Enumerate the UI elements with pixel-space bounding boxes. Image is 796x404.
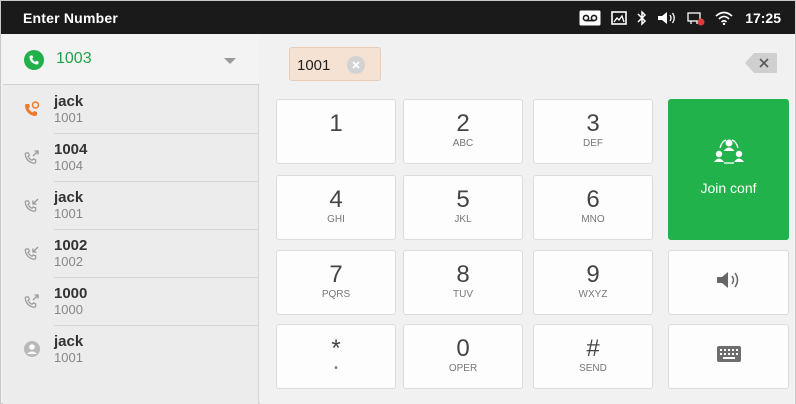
account-label: 1003 <box>56 50 92 67</box>
outgoing-call-icon <box>23 292 41 310</box>
keyboard-icon <box>716 345 742 368</box>
screenshot-icon <box>611 6 627 30</box>
key-6[interactable]: 6 MNO <box>533 175 653 240</box>
status-bar: Enter Number 17:25 <box>1 1 795 34</box>
key-9[interactable]: 9 WXYZ <box>533 250 653 315</box>
dialer-window: Enter Number 17:25 1003 jack 1001 1004 1… <box>0 0 796 404</box>
key-letters: DEF <box>583 138 603 149</box>
contact-number: 1004 <box>54 158 83 173</box>
key-0[interactable]: 0 OPER <box>403 324 523 389</box>
remove-chip-icon[interactable] <box>347 56 365 74</box>
volume-icon <box>657 6 677 30</box>
join-conf-label: Join conf <box>700 180 757 196</box>
key-letters: • <box>334 363 338 374</box>
key-digit: 0 <box>456 335 470 362</box>
key-digit: 6 <box>586 186 600 213</box>
key-digit: 9 <box>586 261 600 288</box>
key-3[interactable]: 3 DEF <box>533 99 653 164</box>
network-icon <box>687 6 705 30</box>
incoming-call-icon <box>23 196 41 214</box>
contact-number: 1001 <box>54 206 83 221</box>
phone-icon <box>24 50 44 70</box>
dialed-number-chip[interactable]: 1001 <box>289 47 381 81</box>
key-letters: OPER <box>448 363 478 374</box>
bluetooth-icon <box>637 6 647 30</box>
contact-name: jack <box>54 189 84 206</box>
contact-icon <box>23 340 41 358</box>
dialpad-panel: 1001 1 2 ABC 3 DEF 4 GHI 5 JKL 6 MNO 7 P… <box>260 34 795 404</box>
incoming-call-icon <box>23 244 41 262</box>
conference-icon <box>712 137 746 170</box>
contact-number: 1002 <box>54 254 83 269</box>
call-history-list: jack 1001 1004 1004 jack 1001 1002 1002 … <box>3 86 259 374</box>
contact-number: 1001 <box>54 110 83 125</box>
join-conf-button[interactable]: Join conf <box>668 99 789 240</box>
key-letters: GHI <box>327 214 345 225</box>
key-digit: 8 <box>456 261 470 288</box>
key-digit: * <box>331 335 341 362</box>
key-pound[interactable]: # SEND <box>533 324 653 389</box>
call-history-item[interactable]: jack 1001 <box>3 182 259 230</box>
call-history-item[interactable]: jack 1001 <box>3 86 259 134</box>
contact-name: 1004 <box>54 141 88 158</box>
key-digit: 4 <box>329 186 343 213</box>
key-letters: PQRS <box>321 289 351 300</box>
key-8[interactable]: 8 TUV <box>403 250 523 315</box>
key-digit: # <box>586 335 600 362</box>
key-letters: JKL <box>454 214 472 225</box>
voicemail-icon <box>579 6 601 30</box>
contact-number: 1000 <box>54 302 83 317</box>
key-digit: 3 <box>586 110 600 137</box>
key-letters: WXYZ <box>578 289 608 300</box>
call-history-item[interactable]: jack 1001 <box>3 326 259 374</box>
key-1[interactable]: 1 <box>276 99 396 164</box>
key-letters: ABC <box>452 138 474 149</box>
contact-name: jack <box>54 333 84 350</box>
call-history-item[interactable]: 1000 1000 <box>3 278 259 326</box>
clock: 17:25 <box>745 10 781 26</box>
key-2[interactable]: 2 ABC <box>403 99 523 164</box>
key-4[interactable]: 4 GHI <box>276 175 396 240</box>
status-icons: 17:25 <box>579 6 781 30</box>
key-letters: TUV <box>453 289 473 300</box>
account-selector[interactable]: 1003 <box>3 34 259 85</box>
contact-number: 1001 <box>54 350 83 365</box>
contact-name: 1002 <box>54 237 88 254</box>
wifi-icon <box>715 6 733 30</box>
missed-call-icon <box>23 100 41 118</box>
key-digit: 7 <box>329 261 343 288</box>
contact-name: 1000 <box>54 285 88 302</box>
contact-name: jack <box>54 93 84 110</box>
call-history-item[interactable]: 1004 1004 <box>3 134 259 182</box>
speaker-button[interactable] <box>668 250 789 315</box>
key-digit: 5 <box>456 186 470 213</box>
key-letters: MNO <box>581 214 605 225</box>
key-digit: 1 <box>329 110 343 137</box>
key-7[interactable]: 7 PQRS <box>276 250 396 315</box>
dialed-number: 1001 <box>297 57 331 74</box>
key-star[interactable]: * • <box>276 324 396 389</box>
key-5[interactable]: 5 JKL <box>403 175 523 240</box>
key-letters: SEND <box>579 363 607 374</box>
call-history-item[interactable]: 1002 1002 <box>3 230 259 278</box>
page-title: Enter Number <box>23 10 118 26</box>
keyboard-button[interactable] <box>668 324 789 389</box>
outgoing-call-icon <box>23 148 41 166</box>
call-history-panel: 1003 jack 1001 1004 1004 jack 1001 1002 … <box>3 34 259 404</box>
backspace-icon[interactable] <box>744 52 778 74</box>
key-digit: 2 <box>456 110 470 137</box>
speaker-icon <box>715 270 743 295</box>
chevron-down-icon[interactable] <box>224 58 236 64</box>
